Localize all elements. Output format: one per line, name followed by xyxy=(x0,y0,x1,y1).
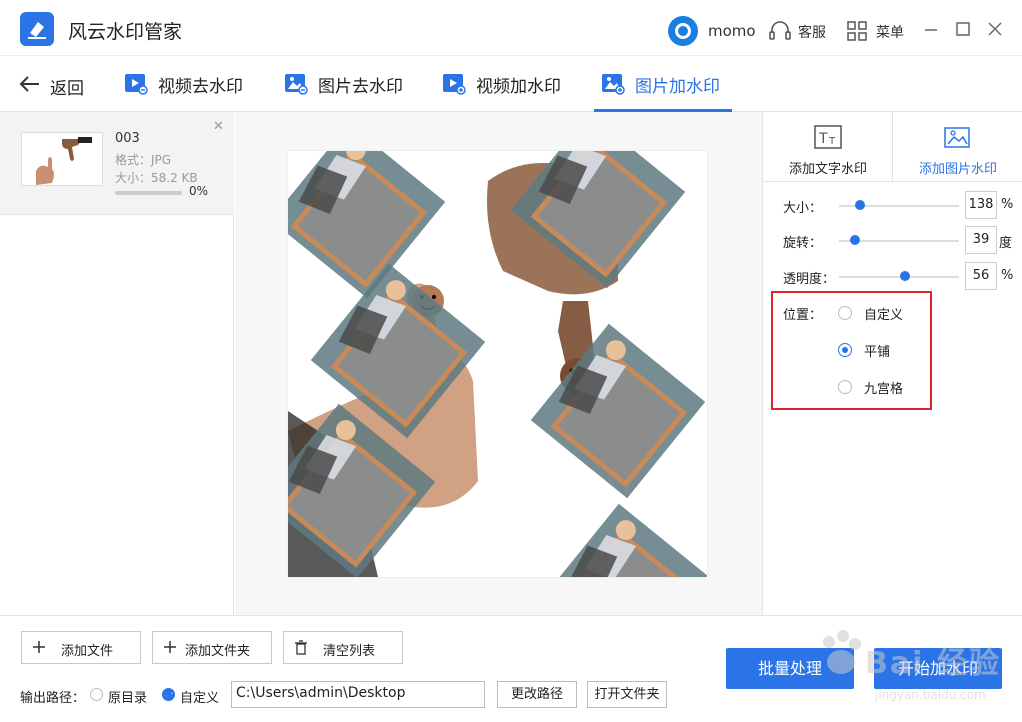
rotate-setting: 旋转： 39 度 xyxy=(763,226,1022,256)
output-original-label[interactable]: 原目录 xyxy=(108,687,147,706)
arrow-left-icon xyxy=(19,76,39,92)
position-custom-label[interactable]: 自定义 xyxy=(864,304,903,323)
app-logo-icon xyxy=(20,12,54,46)
opacity-slider-handle[interactable] xyxy=(900,271,910,281)
tab-image-watermark[interactable]: 添加图片水印 xyxy=(892,112,1022,182)
file-thumbnail xyxy=(21,132,103,186)
tab-label: 添加图片水印 xyxy=(918,162,997,177)
user-account[interactable]: momo xyxy=(668,16,758,46)
nav-bar: 返回 视频去水印 图片去水印 视频加水印 图片加水印 xyxy=(0,56,1022,112)
trash-icon xyxy=(295,640,307,655)
check-icon xyxy=(165,692,173,699)
menu-label: 菜单 xyxy=(876,25,904,41)
back-button[interactable]: 返回 xyxy=(18,71,98,99)
output-custom-radio[interactable] xyxy=(162,688,175,701)
headset-icon xyxy=(769,21,791,40)
output-custom-label[interactable]: 自定义 xyxy=(180,687,219,706)
remove-file-icon[interactable]: ✕ xyxy=(213,119,224,134)
tab-label: 视频去水印 xyxy=(158,77,243,97)
position-grid-label[interactable]: 九宫格 xyxy=(864,378,903,397)
size-unit: % xyxy=(1001,197,1014,212)
rotate-label: 旋转： xyxy=(783,236,823,251)
rotate-value-input[interactable]: 39 xyxy=(965,226,997,254)
tab-text-watermark[interactable]: T T 添加文字水印 xyxy=(763,112,893,182)
rotate-unit: 度 xyxy=(999,236,1013,251)
position-tile-radio[interactable] xyxy=(838,343,852,357)
video-icon xyxy=(443,74,466,95)
rotate-slider-handle[interactable] xyxy=(850,235,860,245)
add-file-label: 添加文件 xyxy=(61,644,114,659)
opacity-label: 透明度： xyxy=(783,272,836,287)
tab-label: 图片加水印 xyxy=(635,77,720,97)
start-watermark-button[interactable]: 开始加水印 xyxy=(874,648,1002,689)
app-window: 风云水印管家 momo 客服 菜单 返回 视频去水印 图片去水印 视频加水印 图… xyxy=(0,0,1022,722)
avatar[interactable] xyxy=(668,16,698,46)
menu-button[interactable]: 菜单 xyxy=(846,20,908,42)
plus-icon xyxy=(33,641,45,653)
add-file-button[interactable]: 添加文件 xyxy=(21,631,141,664)
tab-image-remove-watermark[interactable]: 图片去水印 xyxy=(284,56,414,112)
video-icon xyxy=(125,74,148,95)
tab-label: 添加文字水印 xyxy=(788,162,867,177)
add-folder-label: 添加文件夹 xyxy=(185,644,251,659)
tab-label: 图片去水印 xyxy=(318,77,403,97)
tab-label: 视频加水印 xyxy=(476,77,561,97)
file-format: 格式：JPG xyxy=(115,153,172,167)
opacity-setting: 透明度： 56 % xyxy=(763,262,1022,292)
maximize-icon[interactable] xyxy=(954,20,972,38)
image-icon xyxy=(285,74,308,95)
opacity-unit: % xyxy=(1001,268,1014,283)
file-name: 003 xyxy=(115,131,140,146)
image-icon xyxy=(944,127,970,148)
customer-service-button[interactable]: 客服 xyxy=(768,20,830,42)
tab-video-remove-watermark[interactable]: 视频去水印 xyxy=(124,56,254,112)
image-icon xyxy=(602,74,625,95)
text-icon: T T xyxy=(814,125,842,149)
clear-list-label: 清空列表 xyxy=(323,644,376,659)
batch-process-button[interactable]: 批量处理 xyxy=(726,648,854,689)
preview-area xyxy=(235,112,762,615)
plus-icon xyxy=(164,641,176,653)
position-label: 位置： xyxy=(783,308,823,323)
file-size: 大小：58.2 KB xyxy=(115,171,198,185)
output-path-label: 输出路径： xyxy=(20,691,86,706)
svg-text:T: T xyxy=(818,131,828,147)
back-label: 返回 xyxy=(50,79,84,99)
minimize-icon[interactable] xyxy=(922,20,940,38)
preview-image xyxy=(288,151,707,577)
output-original-radio[interactable] xyxy=(90,688,103,701)
size-setting: 大小： 138 % xyxy=(763,191,1022,221)
tab-video-add-watermark[interactable]: 视频加水印 xyxy=(442,56,572,112)
file-list: 003 格式：JPG 大小：58.2 KB 0% ✕ xyxy=(0,112,234,615)
username[interactable]: momo xyxy=(708,22,756,40)
svg-text:T: T xyxy=(828,136,836,147)
app-title: 风云水印管家 xyxy=(68,21,183,43)
change-path-button[interactable]: 更改路径 xyxy=(497,681,577,708)
grid-menu-icon xyxy=(847,21,867,41)
title-bar: 风云水印管家 momo 客服 菜单 xyxy=(0,0,1022,56)
size-value-input[interactable]: 138 xyxy=(965,191,997,219)
footer-bar: 添加文件 添加文件夹 清空列表 输出路径： 原目录 自定义 C:\Users\a… xyxy=(0,615,1022,722)
close-icon[interactable] xyxy=(986,20,1004,38)
opacity-value-input[interactable]: 56 xyxy=(965,262,997,290)
progress-percent: 0% xyxy=(189,184,209,198)
customer-service-label: 客服 xyxy=(798,25,826,41)
open-folder-button[interactable]: 打开文件夹 xyxy=(587,681,667,708)
output-path-input[interactable]: C:\Users\admin\Desktop xyxy=(231,681,485,708)
add-folder-button[interactable]: 添加文件夹 xyxy=(152,631,272,664)
size-slider-handle[interactable] xyxy=(855,200,865,210)
position-grid-radio[interactable] xyxy=(838,380,852,394)
tab-image-add-watermark[interactable]: 图片加水印 xyxy=(601,56,731,112)
list-item[interactable]: 003 格式：JPG 大小：58.2 KB 0% ✕ xyxy=(0,112,234,215)
size-label: 大小： xyxy=(783,201,823,216)
clear-list-button[interactable]: 清空列表 xyxy=(283,631,403,664)
progress-bar xyxy=(115,191,182,195)
opacity-slider[interactable] xyxy=(839,276,959,278)
position-custom-radio[interactable] xyxy=(838,306,852,320)
position-tile-label[interactable]: 平铺 xyxy=(864,341,890,360)
